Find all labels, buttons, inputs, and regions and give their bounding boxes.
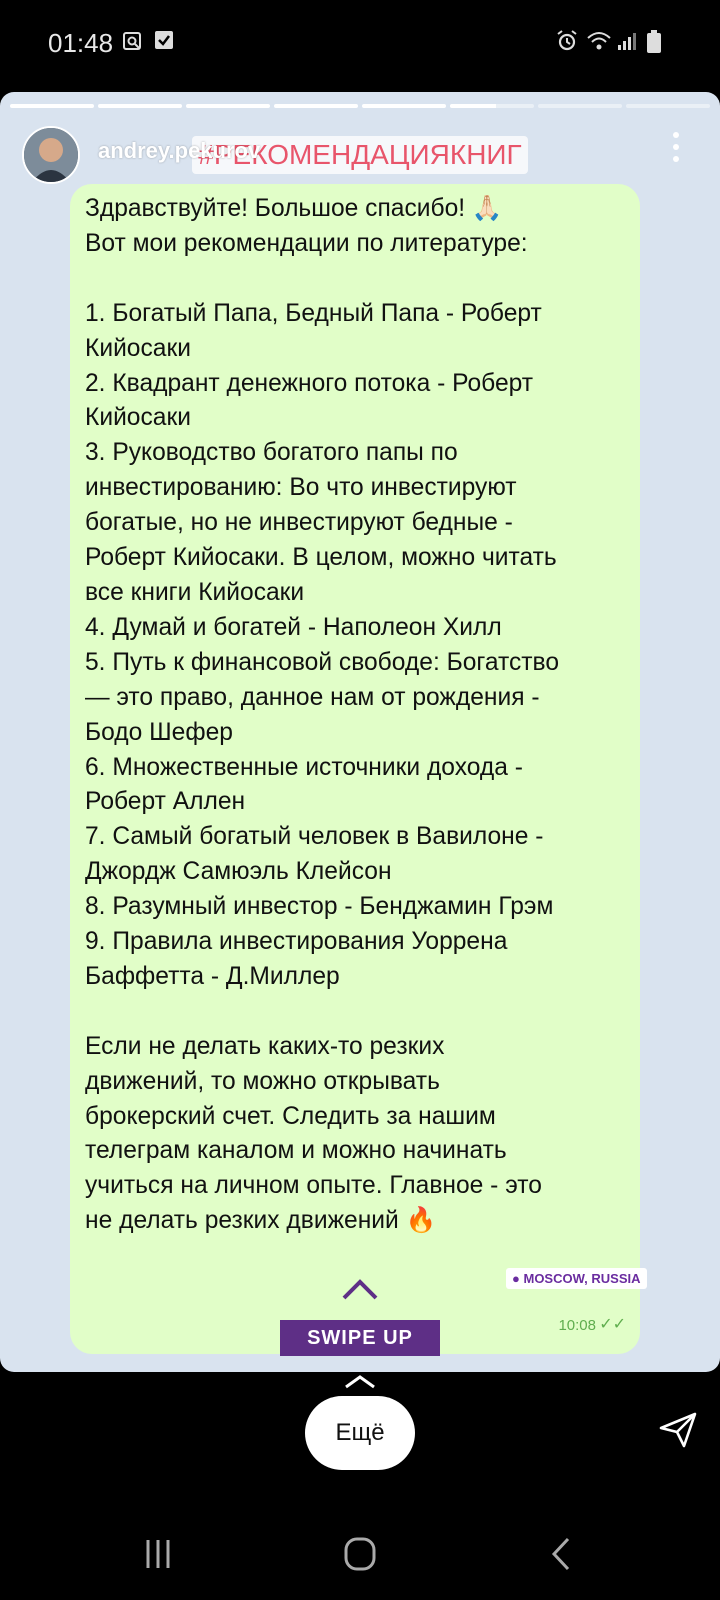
recent-apps-icon[interactable] [128, 1532, 188, 1576]
swipe-up-arrow-icon[interactable] [340, 1274, 380, 1304]
story-progress-segment [362, 104, 446, 108]
swipe-up-button[interactable]: SWIPE UP [280, 1320, 440, 1356]
story-progress-segment [538, 104, 622, 108]
username[interactable]: andrey.pekurov [98, 138, 260, 164]
system-navigation-bar [0, 1510, 720, 1600]
story-progress-segment [186, 104, 270, 108]
story-progress-segment [98, 104, 182, 108]
story-progress-segment [274, 104, 358, 108]
story-progress-bar [10, 104, 710, 108]
alarm-icon [556, 30, 578, 57]
send-icon[interactable] [658, 1410, 698, 1450]
home-icon[interactable] [330, 1532, 390, 1576]
chevron-up-icon[interactable] [340, 1374, 380, 1390]
message-text: Здравствуйте! Большое спасибо! 🙏🏻 Вот мо… [85, 195, 560, 1235]
location-sticker[interactable]: ● MOSCOW, RUSSIA [506, 1268, 647, 1289]
avatar[interactable] [22, 126, 80, 184]
story-progress-segment [10, 104, 94, 108]
more-button[interactable]: Ещё [305, 1396, 415, 1470]
status-bar: 01:48 [0, 0, 720, 90]
story-progress-segment [450, 104, 534, 108]
story-view[interactable]: #РЕКОМЕНДАЦИЯКНИГ andrey.pekurov Здравст… [0, 92, 720, 1372]
more-options-icon[interactable] [670, 132, 682, 164]
message-time: 10:08 [558, 1317, 596, 1334]
location-pin-icon: ● [512, 1271, 520, 1286]
status-time: 01:48 [48, 28, 114, 58]
message-bubble: Здравствуйте! Большое спасибо! 🙏🏻 Вот мо… [70, 184, 640, 1354]
read-ticks-icon: ✓✓ [599, 1316, 626, 1333]
back-icon[interactable] [532, 1532, 592, 1576]
signal-icon [616, 30, 638, 57]
battery-icon [646, 30, 662, 59]
check-icon [154, 30, 174, 55]
location-label: MOSCOW, RUSSIA [523, 1271, 641, 1286]
story-progress-segment [626, 104, 710, 108]
wifi-icon [586, 30, 612, 57]
screenshot-icon [122, 30, 144, 57]
